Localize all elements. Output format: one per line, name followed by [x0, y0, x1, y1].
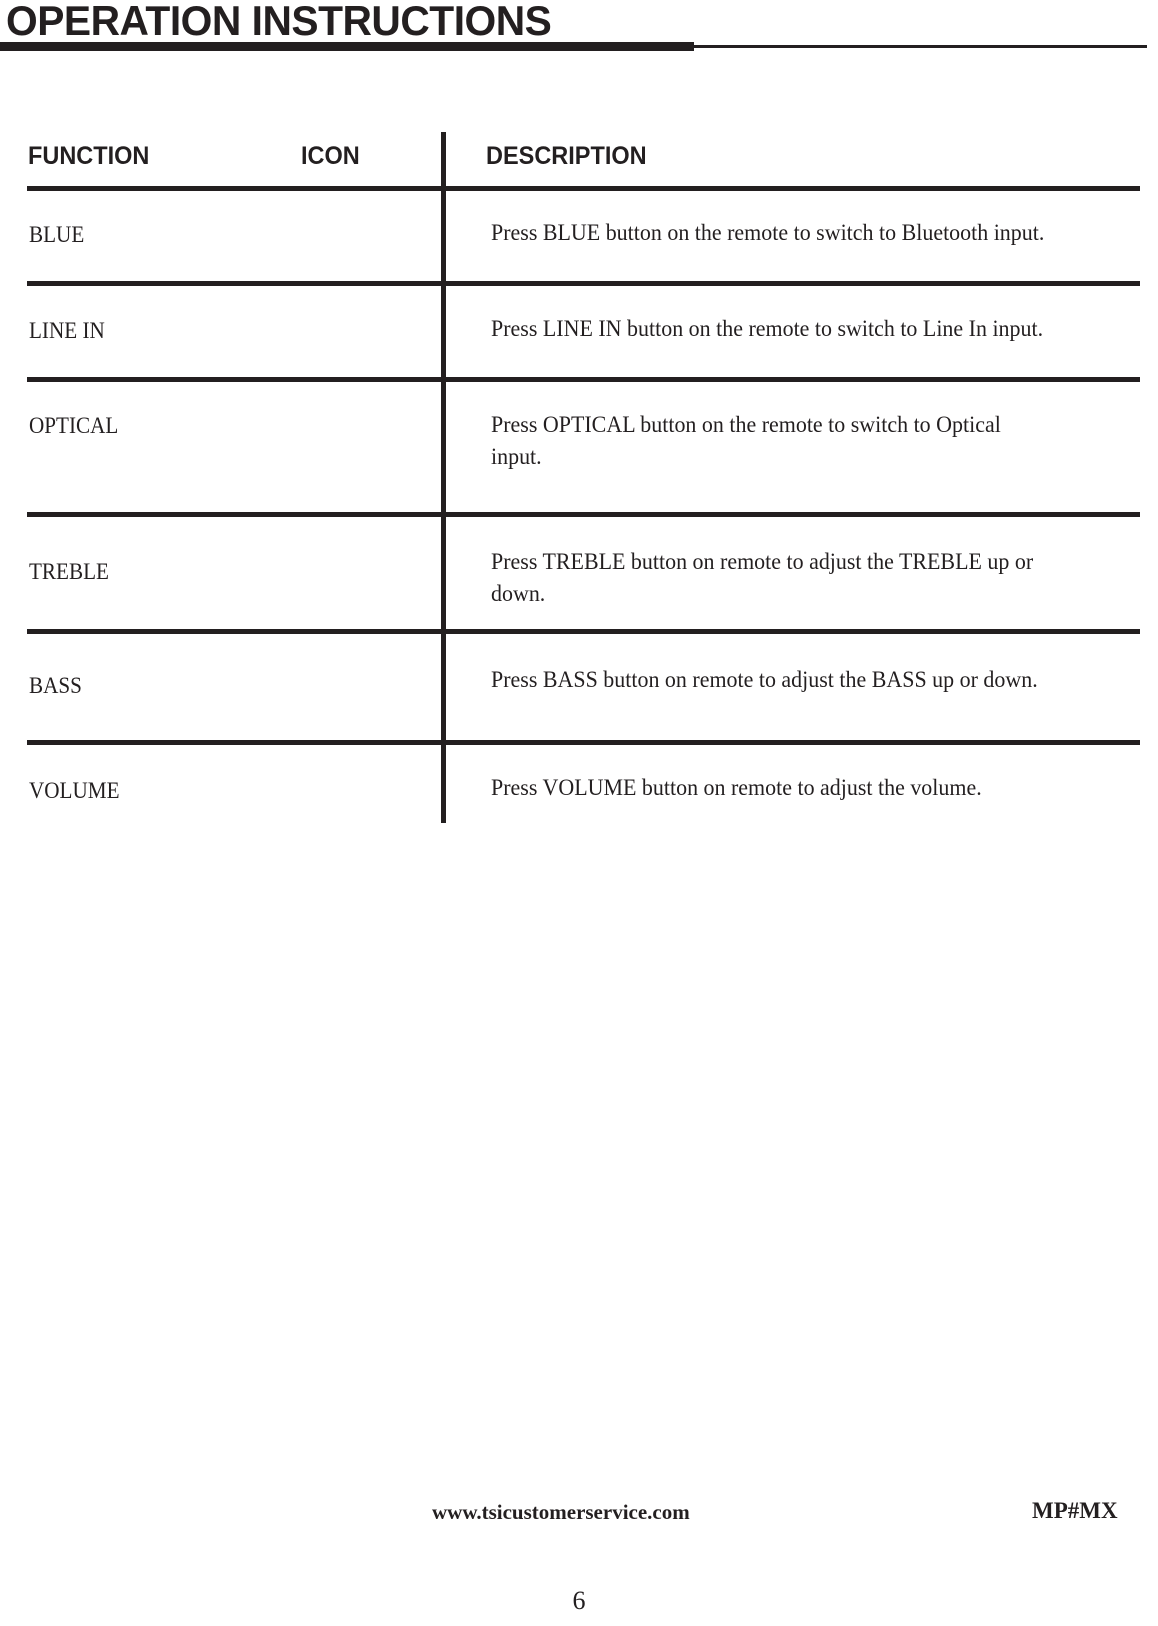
footer-page-number: 6 — [572, 1586, 586, 1615]
table-row: BASS — [29, 673, 82, 698]
table-row: TREBLE — [29, 559, 109, 584]
row-divider-0 — [27, 186, 1140, 191]
row-icon-line-in — [300, 312, 430, 352]
table-row-description: Press LINE IN button on the remote to sw… — [491, 316, 1044, 341]
column-divider — [441, 132, 446, 823]
table-row-description: Press BASS button on remote to adjust th… — [491, 667, 1038, 692]
row-divider-4 — [27, 629, 1140, 634]
table-row-description: Press TREBLE button on remote to adjust … — [491, 549, 1034, 606]
footer-model-number: MP#MX — [1032, 1498, 1118, 1523]
row-divider-1 — [27, 281, 1140, 286]
row-icon-blue — [300, 216, 430, 256]
table-row-description: Press VOLUME button on remote to adjust … — [491, 775, 982, 800]
table-row-description: Press OPTICAL button on the remote to sw… — [491, 412, 1001, 469]
row-icon-optical — [300, 407, 430, 447]
table-row-description: Press BLUE button on the remote to switc… — [491, 220, 1045, 245]
footer-website[interactable]: www.tsicustomerservice.com — [432, 1500, 690, 1524]
table-header-icon: ICON — [301, 142, 360, 170]
row-divider-3 — [27, 512, 1140, 517]
operation-instructions-table: FUNCTION ICON DESCRIPTION BLUE Press BLU… — [0, 0, 1158, 860]
table-row: VOLUME — [29, 778, 120, 803]
table-row: LINE IN — [29, 318, 105, 343]
table-row: BLUE — [29, 222, 85, 247]
row-icon-treble — [300, 553, 430, 593]
row-divider-5 — [27, 740, 1140, 745]
row-icon-bass — [300, 667, 430, 707]
table-header-function: FUNCTION — [28, 142, 150, 170]
table-row: OPTICAL — [29, 413, 119, 438]
table-header-description: DESCRIPTION — [486, 142, 647, 170]
row-divider-2 — [27, 377, 1140, 382]
row-icon-volume — [300, 772, 430, 812]
